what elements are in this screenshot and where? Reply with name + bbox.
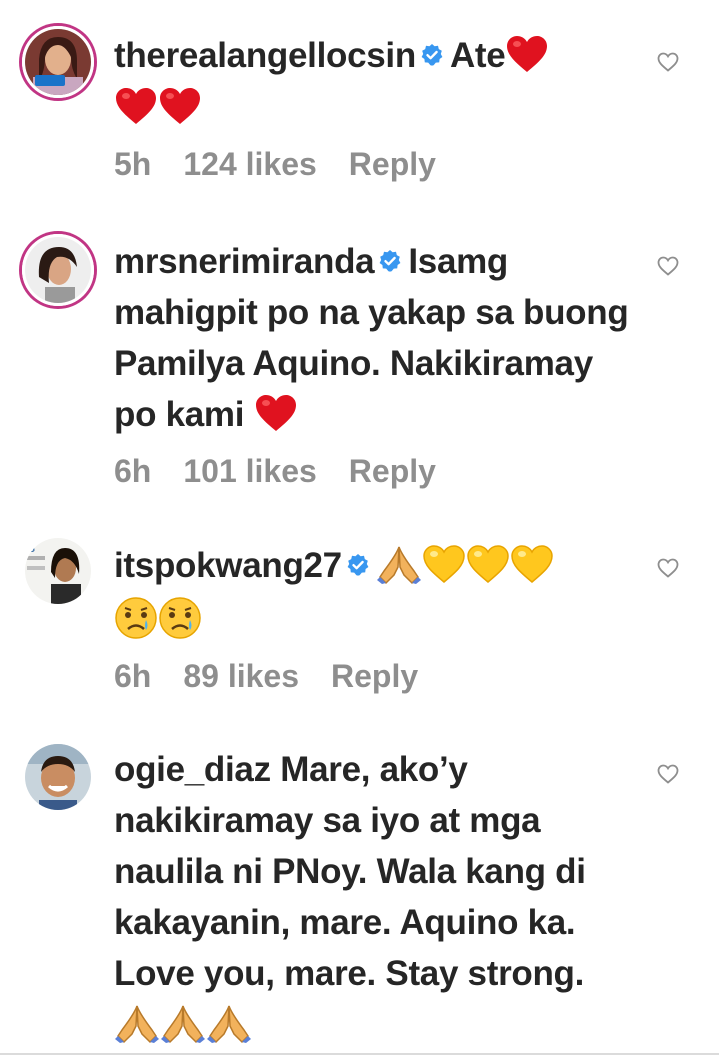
username[interactable]: ogie_diaz — [114, 750, 271, 789]
comment-text: itspokwang27 — [114, 540, 634, 646]
avatar[interactable] — [22, 234, 94, 306]
yellow-heart-icon — [510, 544, 554, 584]
likes-count[interactable]: 89 likes — [183, 658, 299, 694]
comment-text: therealangellocsin Ate — [114, 30, 634, 134]
username[interactable]: itspokwang27 — [114, 546, 342, 585]
red-heart-icon — [505, 34, 549, 74]
comment-meta: 6h 89 likes Reply — [114, 656, 634, 696]
yellow-heart-icon — [466, 544, 510, 584]
comment-text: mrsnerimiranda Isamg mahigpit po na yakap… — [114, 236, 634, 441]
username[interactable]: mrsnerimiranda — [114, 242, 375, 281]
comment-time: 5h — [114, 145, 152, 182]
comment-time: 6h — [114, 452, 152, 489]
avatar-image — [25, 744, 91, 810]
comment-text: ogie_diaz Mare, ako’y nakikiramay sa iyo… — [114, 744, 634, 1052]
likes-count[interactable]: 124 likes — [183, 146, 316, 182]
comment-body: Ate — [449, 36, 506, 75]
folded-hands-icon — [114, 1002, 160, 1044]
avatar[interactable] — [22, 26, 94, 98]
reply-button[interactable]: Reply — [331, 658, 418, 694]
yellow-heart-icon — [422, 544, 466, 584]
avatar-image — [25, 237, 91, 303]
avatar-image — [25, 29, 91, 95]
comment-meta: 5h 124 likes Reply — [114, 144, 634, 184]
avatar[interactable]: G — [25, 538, 91, 604]
avatar-image: G — [25, 538, 91, 604]
folded-hands-icon — [160, 1002, 206, 1044]
comment-meta: 6h 101 likes Reply — [114, 451, 634, 491]
red-heart-icon — [158, 86, 202, 126]
comment-time: 6h — [114, 657, 152, 694]
red-heart-icon — [114, 86, 158, 126]
divider — [0, 1053, 719, 1055]
svg-text:G: G — [28, 544, 35, 554]
like-heart-icon[interactable] — [657, 764, 679, 784]
folded-hands-icon — [206, 1002, 252, 1044]
crying-face-icon — [158, 596, 202, 640]
like-heart-icon[interactable] — [657, 558, 679, 578]
username[interactable]: therealangellocsin — [114, 36, 416, 75]
likes-count[interactable]: 101 likes — [183, 453, 316, 489]
like-heart-icon[interactable] — [657, 52, 679, 72]
folded-hands-icon — [376, 543, 422, 585]
crying-face-icon — [114, 596, 158, 640]
avatar[interactable] — [25, 744, 91, 810]
verified-badge-icon — [378, 249, 402, 273]
like-heart-icon[interactable] — [657, 256, 679, 276]
verified-badge-icon — [420, 43, 444, 67]
reply-button[interactable]: Reply — [349, 453, 436, 489]
verified-badge-icon — [346, 553, 370, 577]
red-heart-icon — [254, 393, 298, 433]
reply-button[interactable]: Reply — [349, 146, 436, 182]
